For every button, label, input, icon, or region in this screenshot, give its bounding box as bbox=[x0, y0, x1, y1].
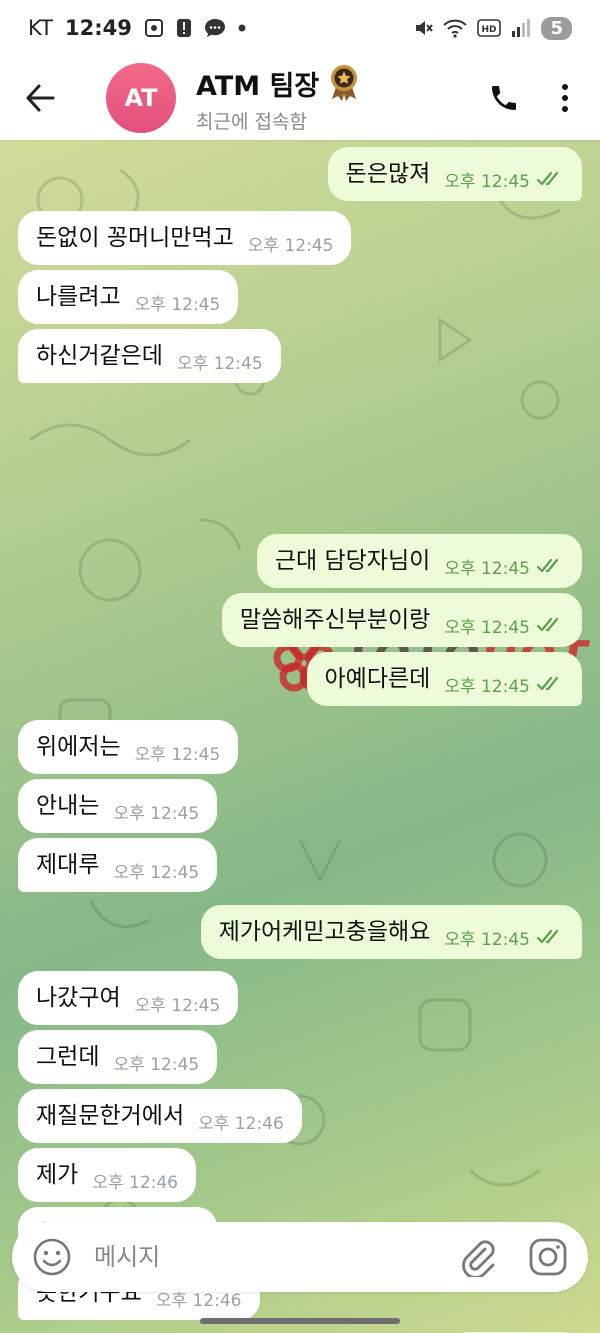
message-time: 오후 12:45 bbox=[113, 1054, 200, 1075]
status-right: HD 5 bbox=[413, 16, 572, 40]
message-time: 오후 12:45 bbox=[444, 171, 530, 192]
message-time: 오후 12:46 bbox=[92, 1172, 179, 1193]
attach-icon bbox=[462, 1240, 495, 1277]
message-text: 안내는 bbox=[36, 792, 100, 819]
battery-icon: 5 bbox=[541, 16, 572, 40]
chat-header: AT ATM 팀장 최근에 접속함 bbox=[0, 56, 600, 140]
clock: 12:49 bbox=[64, 16, 132, 40]
dot-icon bbox=[238, 24, 246, 32]
message-time: 오후 12:45 bbox=[444, 558, 530, 579]
incoming-message[interactable]: 재질문한거에서 오후 12:46 bbox=[18, 1089, 302, 1143]
incoming-message[interactable]: 그런데 오후 12:45 bbox=[18, 1030, 218, 1084]
mute-icon bbox=[413, 18, 434, 38]
camera-icon bbox=[529, 1238, 567, 1276]
phone-icon bbox=[492, 86, 516, 110]
attach-button[interactable] bbox=[458, 1237, 496, 1277]
back-button[interactable] bbox=[0, 56, 80, 140]
message-composer bbox=[12, 1222, 588, 1292]
message-text: 위에저는 bbox=[36, 733, 121, 760]
incoming-message[interactable]: 안내는 오후 12:45 bbox=[18, 779, 218, 833]
incoming-message[interactable]: 돈없이 꽁머니만먹고 오후 12:45 bbox=[18, 211, 352, 265]
signal-icon bbox=[511, 19, 531, 37]
status-bar: KT 12:49 HD 5 bbox=[0, 0, 600, 56]
message-time: 오후 12:45 bbox=[134, 294, 221, 315]
medal-icon bbox=[327, 63, 361, 105]
title-row: ATM 팀장 bbox=[196, 63, 361, 105]
incoming-message[interactable]: 제대루 오후 12:45 bbox=[18, 838, 218, 892]
svg-text:HD: HD bbox=[482, 25, 497, 35]
read-check-icon bbox=[536, 617, 564, 633]
message-text: 근대 담당자님이 bbox=[274, 547, 431, 574]
outgoing-message[interactable]: 말씀해주신부분이랑 오후 12:45 bbox=[221, 593, 582, 647]
message-input[interactable] bbox=[94, 1243, 458, 1271]
message-text: 제가어케믿고충을해요 bbox=[218, 918, 431, 945]
read-check-icon bbox=[536, 558, 564, 574]
message-text: 아예다른데 bbox=[324, 665, 431, 692]
wifi-icon bbox=[443, 18, 468, 38]
more-options-button[interactable] bbox=[560, 83, 570, 113]
home-indicator[interactable] bbox=[200, 1318, 400, 1324]
incoming-message[interactable]: 나갔구여 오후 12:45 bbox=[18, 971, 239, 1025]
chat-title-block[interactable]: ATM 팀장 최근에 접속함 bbox=[196, 63, 361, 134]
outgoing-message[interactable]: 근대 담당자님이 오후 12:45 bbox=[256, 534, 582, 588]
outgoing-message[interactable]: 아예다른데 오후 12:45 bbox=[306, 652, 582, 706]
message-text: 제가 bbox=[36, 1161, 79, 1188]
message-text: 재질문한거에서 bbox=[36, 1102, 185, 1129]
emoji-icon bbox=[33, 1238, 71, 1276]
outgoing-message[interactable]: 돈은많져 오후 12:45 bbox=[327, 147, 582, 201]
battery-level: 5 bbox=[550, 17, 563, 39]
screenshot-icon bbox=[144, 18, 164, 38]
call-button[interactable] bbox=[488, 82, 520, 114]
message-time: 오후 12:45 bbox=[444, 676, 530, 697]
emoji-button[interactable] bbox=[32, 1237, 72, 1277]
avatar-initials: AT bbox=[124, 84, 158, 112]
status-left: KT 12:49 bbox=[28, 16, 246, 40]
message-text: 돈은많져 bbox=[345, 160, 431, 187]
message-time: 오후 12:45 bbox=[134, 744, 221, 765]
more-vert-icon bbox=[562, 84, 568, 112]
message-time: 오후 12:45 bbox=[247, 235, 334, 256]
message-list[interactable]: TOTOHOT 먹튀검증사이트 토토핫 돈은많져오후 12:45돈없이 꽁머니만… bbox=[0, 140, 600, 1333]
last-seen-status: 최근에 접속함 bbox=[196, 110, 307, 133]
read-check-icon bbox=[536, 929, 564, 945]
message-time: 오후 12:45 bbox=[444, 617, 530, 638]
alert-icon bbox=[176, 18, 192, 38]
message-text: 나를려고 bbox=[36, 283, 121, 310]
incoming-message[interactable]: 위에저는 오후 12:45 bbox=[18, 720, 239, 774]
message-text: 그런데 bbox=[36, 1043, 100, 1070]
chat-bubble-icon bbox=[204, 18, 226, 38]
avatar[interactable]: AT bbox=[106, 63, 176, 133]
message-text: 제대루 bbox=[36, 851, 100, 878]
message-text: 돈없이 꽁머니만먹고 bbox=[36, 224, 234, 251]
back-arrow-icon bbox=[26, 84, 55, 112]
message-text: 하신거같은데 bbox=[36, 342, 163, 369]
incoming-message[interactable]: 하신거같은데 오후 12:45 bbox=[18, 329, 281, 383]
header-actions bbox=[488, 82, 600, 114]
message-time: 오후 12:46 bbox=[198, 1113, 284, 1134]
message-time: 오후 12:45 bbox=[444, 929, 530, 950]
message-time: 오후 12:45 bbox=[134, 995, 221, 1016]
hd-icon: HD bbox=[477, 19, 502, 37]
message-text: 말씀해주신부분이랑 bbox=[239, 606, 431, 633]
camera-button[interactable] bbox=[528, 1237, 568, 1277]
incoming-message[interactable]: 나를려고 오후 12:45 bbox=[18, 270, 239, 324]
outgoing-message[interactable]: 제가어케믿고충을해요 오후 12:45 bbox=[200, 905, 582, 959]
message-text: 나갔구여 bbox=[36, 984, 121, 1011]
read-check-icon bbox=[536, 171, 564, 187]
message-time: 오후 12:45 bbox=[113, 862, 200, 883]
carrier-label: KT bbox=[28, 16, 53, 40]
message-time: 오후 12:45 bbox=[176, 353, 263, 374]
incoming-message[interactable]: 제가 오후 12:46 bbox=[18, 1148, 197, 1202]
chat-title: ATM 팀장 bbox=[196, 71, 320, 102]
read-check-icon bbox=[536, 676, 564, 692]
message-time: 오후 12:45 bbox=[113, 803, 200, 824]
